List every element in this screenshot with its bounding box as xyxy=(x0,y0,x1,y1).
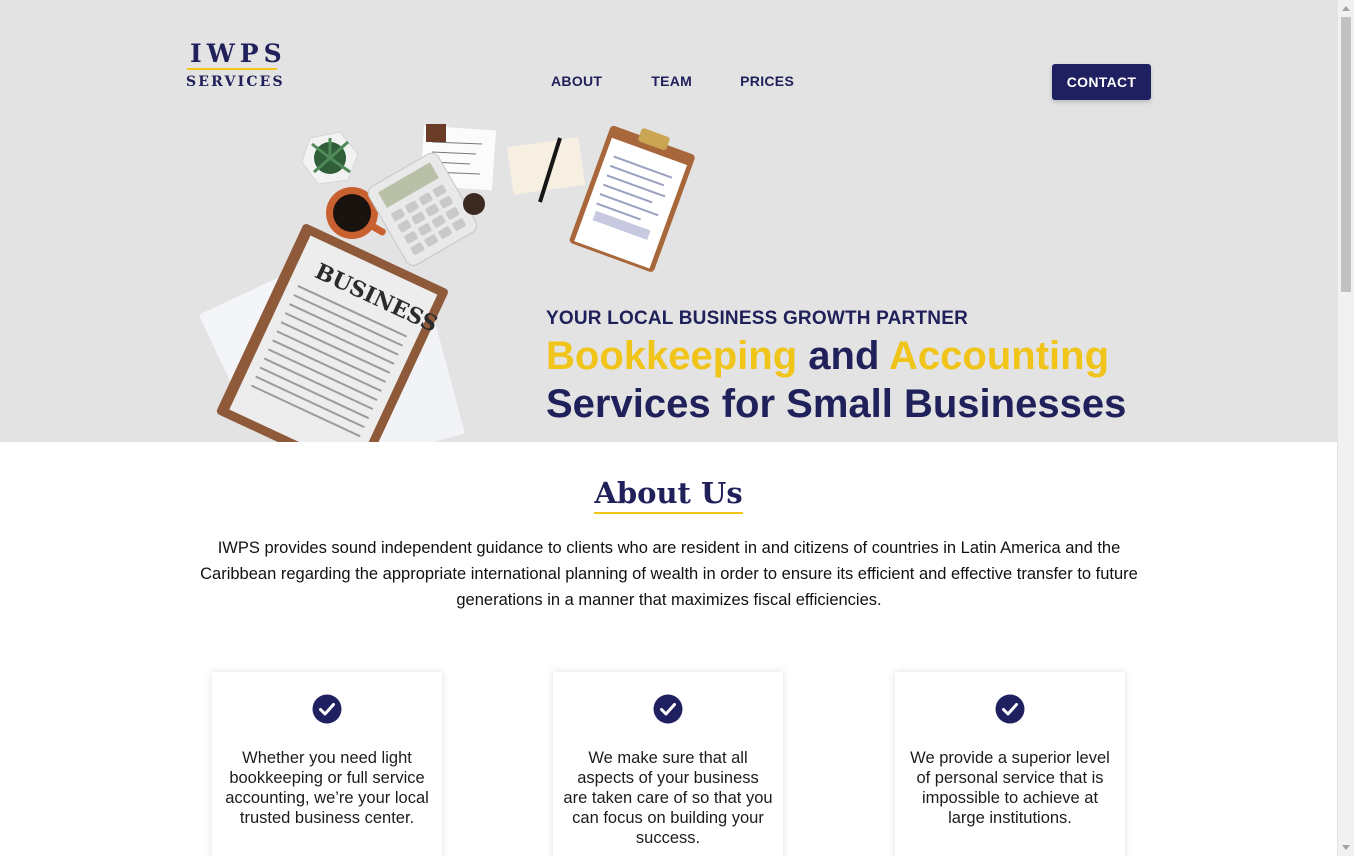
feature-card: We provide a superior level of personal … xyxy=(895,672,1125,856)
nav-prices[interactable]: PRICES xyxy=(740,73,794,89)
hero-headline: Bookkeeping and Accounting Services for … xyxy=(546,332,1126,428)
feature-card: Whether you need light bookkeeping or fu… xyxy=(212,672,442,856)
headline-line2: Services for Small Businesses xyxy=(546,382,1127,426)
clipboard-illustration xyxy=(569,125,695,272)
main-nav: ABOUT TEAM PRICES xyxy=(551,73,794,89)
logo-sub-text: SERVICES xyxy=(186,74,285,90)
plant-illustration xyxy=(301,131,359,185)
scroll-down-arrow-icon[interactable] xyxy=(1342,845,1350,850)
logo[interactable]: IWPS SERVICES xyxy=(186,39,287,90)
logo-divider xyxy=(187,68,277,70)
headline-and: and xyxy=(808,334,880,378)
page-scrollbar[interactable] xyxy=(1337,0,1354,856)
logo-main-text: IWPS xyxy=(190,39,287,68)
feature-card-text: Whether you need light bookkeeping or fu… xyxy=(225,749,429,827)
headline-accounting: Accounting xyxy=(889,334,1110,378)
feature-card: We make sure that all aspects of your bu… xyxy=(553,672,783,856)
about-heading: About Us xyxy=(0,476,1337,514)
feature-card-text: We provide a superior level of personal … xyxy=(910,749,1110,827)
check-circle-icon xyxy=(312,694,342,724)
check-circle-icon xyxy=(995,694,1025,724)
hero-section: IWPS SERVICES ABOUT TEAM PRICES CONTACT xyxy=(0,0,1337,442)
nav-team[interactable]: TEAM xyxy=(651,73,692,89)
hero-tagline: YOUR LOCAL BUSINESS GROWTH PARTNER xyxy=(546,308,968,329)
scrollbar-thumb[interactable] xyxy=(1341,17,1351,292)
nav-about[interactable]: ABOUT xyxy=(551,73,602,89)
stamp-illustration xyxy=(463,193,485,215)
feature-card-text: We make sure that all aspects of your bu… xyxy=(563,749,773,847)
about-text: IWPS provides sound independent guidance… xyxy=(200,539,1138,609)
check-circle-icon xyxy=(653,694,683,724)
headline-bookkeeping: Bookkeeping xyxy=(546,334,798,378)
contact-button[interactable]: CONTACT xyxy=(1052,64,1151,100)
about-title: About Us xyxy=(594,476,743,514)
scroll-up-arrow-icon[interactable] xyxy=(1342,6,1350,11)
